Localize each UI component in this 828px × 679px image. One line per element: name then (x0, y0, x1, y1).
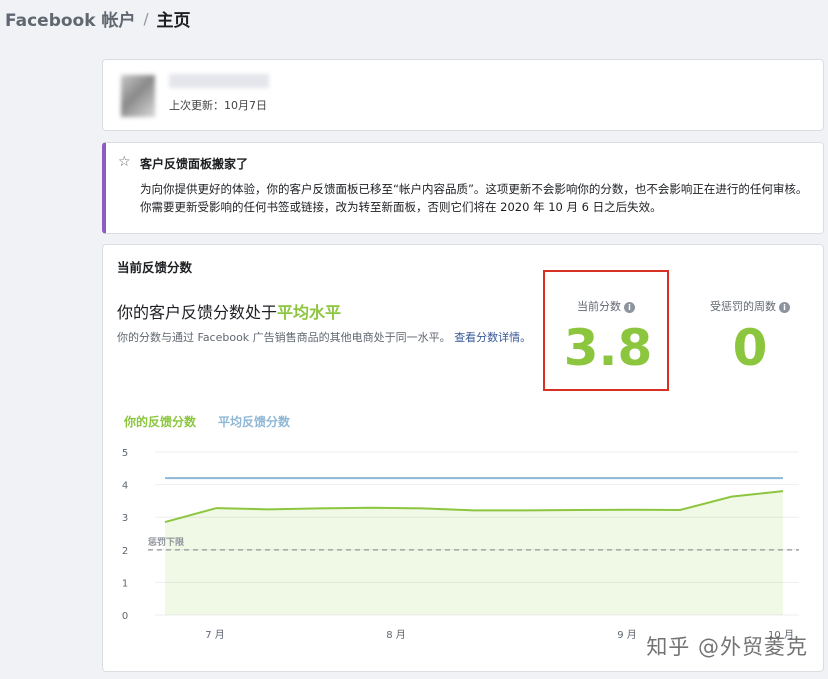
info-icon[interactable]: i (779, 301, 790, 313)
breadcrumb-account-link[interactable]: Facebook 帐户 (5, 6, 135, 31)
y-tick-label: 4 (122, 481, 128, 492)
x-tick-label: 7 月 (205, 629, 225, 641)
penalty-threshold-label: 惩罚下限 (148, 536, 185, 548)
page-name-redacted (169, 74, 269, 88)
score-headline: 你的客户反馈分数处于平均水平 (117, 299, 341, 323)
last-updated-text: 上次更新：10月7日 (169, 99, 267, 112)
legend-average-score[interactable]: 平均反馈分数 (218, 413, 290, 430)
watermark: 知乎 @外贸菱克 (646, 635, 808, 659)
breadcrumb-separator: / (143, 9, 149, 28)
score-level: 平均水平 (277, 303, 342, 322)
score-description: 你的分数与通过 Facebook 广告销售商品的其他电商处于同一水平。 查看分数… (117, 330, 537, 345)
penalty-weeks-label: 受惩罚的周数 i (685, 298, 815, 314)
details-link[interactable]: 查看分数详情。 (454, 331, 531, 344)
y-tick-label: 1 (122, 578, 128, 589)
section-title: 当前反馈分数 (117, 260, 193, 275)
legend-your-score[interactable]: 你的反馈分数 (124, 413, 196, 430)
breadcrumb: Facebook 帐户 / 主页 (5, 6, 191, 32)
current-score-label: 当前分数 i (541, 298, 671, 314)
info-icon[interactable]: i (624, 301, 635, 313)
notice-body: 为向你提供更好的体验，你的客户反馈面板已移至“帐户内容品质”。这项更新不会影响你… (140, 182, 808, 214)
chart-legend: 你的反馈分数 平均反馈分数 (124, 413, 290, 430)
y-tick-label: 3 (122, 513, 128, 524)
page-avatar[interactable] (121, 75, 155, 117)
y-tick-label: 2 (122, 546, 128, 557)
y-tick-label: 0 (122, 611, 128, 622)
current-score-value: 3.8 (563, 319, 653, 377)
headline-prefix: 你的客户反馈分数处于 (117, 303, 278, 322)
y-tick-label: 5 (122, 448, 128, 459)
star-icon: ☆ (118, 154, 131, 170)
penalty-weeks-value: 0 (732, 319, 768, 377)
x-tick-label: 8 月 (386, 629, 406, 641)
x-tick-label: 9 月 (617, 629, 637, 641)
feedback-score-card: 当前反馈分数 你的客户反馈分数处于平均水平 你的分数与通过 Facebook 广… (102, 244, 824, 672)
description-text: 你的分数与通过 Facebook 广告销售商品的其他电商处于同一水平。 (117, 331, 451, 344)
page-profile-card: 上次更新：10月7日 (102, 59, 824, 131)
current-score-label-text: 当前分数 (577, 300, 621, 313)
notice-title: 客户反馈面板搬家了 (140, 157, 249, 171)
notice-banner: ☆ 客户反馈面板搬家了 为向你提供更好的体验，你的客户反馈面板已移至“帐户内容品… (102, 142, 824, 234)
penalty-weeks-label-text: 受惩罚的周数 (710, 300, 776, 313)
page-title: 主页 (156, 11, 191, 31)
